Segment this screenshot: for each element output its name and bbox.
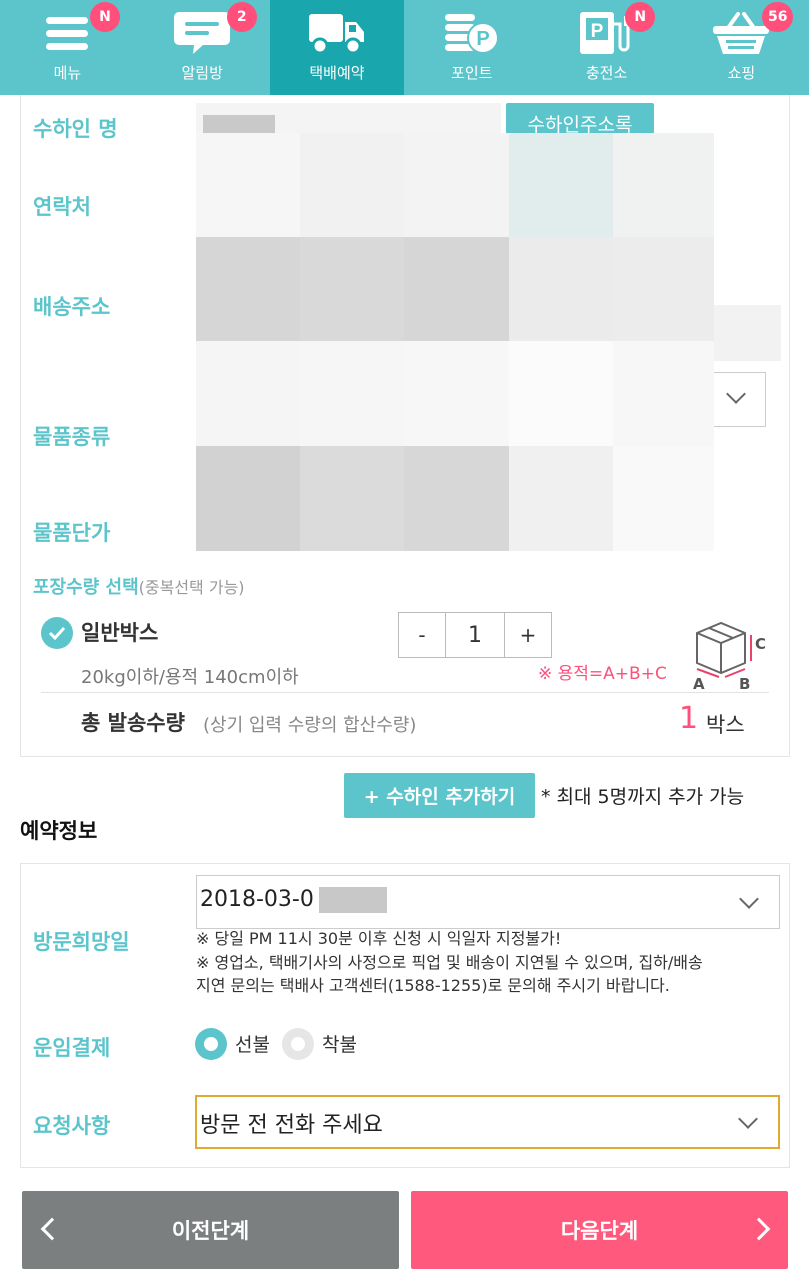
next-step-label: 다음단계	[560, 1219, 639, 1243]
visit-date-select[interactable]: 2018-03-0	[196, 875, 780, 929]
nav-label: 메뉴	[53, 64, 82, 82]
cod-radio[interactable]	[282, 1028, 314, 1060]
nav-label: 포인트	[451, 64, 493, 82]
box-name: 일반박스	[81, 621, 159, 645]
nav-badge: N	[90, 2, 120, 32]
nav-notifications[interactable]: 2 알림방	[135, 0, 270, 95]
points-icon: P	[442, 10, 502, 56]
item-type-label: 물품종류	[33, 425, 111, 449]
chevron-down-icon	[726, 384, 746, 404]
recipient-panel: 수하인 명 수하인주소록 연락처 배송주소 물품종류 물품단가 포장수량 선택(…	[20, 95, 790, 757]
dim-a: A	[693, 675, 705, 693]
nav-shopping[interactable]: 56 쇼핑	[674, 0, 809, 95]
add-recipient-button[interactable]: + 수하인 추가하기	[344, 773, 535, 818]
nav-menu[interactable]: N 메뉴	[0, 0, 135, 95]
reservation-title: 예약정보	[20, 819, 98, 843]
request-label: 요청사항	[33, 1114, 111, 1138]
svg-text:P: P	[476, 28, 489, 50]
chevron-right-icon	[747, 1217, 771, 1241]
total-value: 1	[679, 701, 699, 736]
dim-c: C	[755, 635, 767, 653]
nav-badge: N	[625, 2, 656, 32]
box-dimension-icon: C A B	[689, 615, 773, 695]
quantity-value[interactable]: 1	[445, 613, 505, 657]
divider	[41, 692, 769, 693]
nav-points[interactable]: P 포인트	[404, 0, 539, 95]
plus-button[interactable]: +	[505, 613, 551, 657]
nav-charging-station[interactable]: P N 충전소	[539, 0, 674, 95]
top-nav: N 메뉴 2 알림방 택배예약 P 포인트 P N 충전소 56 쇼핑	[0, 0, 809, 95]
visit-date-value: 2018-03-0	[200, 887, 314, 912]
packaging-title: 포장수량 선택(중복선택 가능)	[33, 577, 245, 598]
payment-label: 운임결제	[33, 1036, 111, 1060]
address-label: 배송주소	[33, 295, 111, 319]
menu-icon	[37, 10, 97, 56]
prev-step-label: 이전단계	[171, 1219, 250, 1243]
prev-step-button[interactable]: 이전단계	[22, 1191, 399, 1269]
checkbox-checked-icon[interactable]	[41, 617, 73, 649]
visit-note-2: ※ 영업소, 택배기사의 사정으로 픽업 및 배송이 지연될 수 있으며, 집하…	[196, 953, 703, 972]
box-description: 20kg이하/용적 140cm이하	[81, 667, 299, 688]
total-unit: 박스	[706, 713, 745, 737]
nav-label: 알림방	[181, 64, 223, 82]
dim-b: B	[739, 675, 751, 693]
address-detail-input[interactable]	[714, 305, 781, 361]
prepaid-label: 선불	[235, 1034, 270, 1056]
minus-button[interactable]: -	[399, 613, 445, 657]
item-type-select[interactable]	[714, 372, 766, 427]
chat-icon	[172, 10, 232, 56]
visit-date-label: 방문희망일	[33, 930, 130, 954]
prepaid-radio[interactable]	[195, 1028, 227, 1060]
volume-note: ※ 용적=A+B+C	[538, 664, 667, 684]
chevron-left-icon	[40, 1217, 64, 1241]
contact-label: 연락처	[33, 195, 91, 219]
request-select[interactable]: 방문 전 전화 주세요	[195, 1095, 780, 1149]
visit-note-1: ※ 당일 PM 11시 30분 이후 신청 시 익일자 지정불가!	[196, 929, 562, 948]
nav-label: 쇼핑	[727, 64, 756, 82]
cod-label: 착불	[322, 1034, 357, 1056]
chevron-down-icon	[739, 889, 759, 909]
nav-label: 택배예약	[309, 64, 365, 82]
redacted-block	[319, 887, 387, 913]
item-price-label: 물품단가	[33, 521, 111, 545]
redacted-area	[196, 133, 714, 551]
visit-note-3: 지연 문의는 택배사 고객센터(1588-1255)로 문의해 주시기 바랍니다…	[196, 976, 670, 995]
chevron-down-icon	[738, 1109, 758, 1129]
request-value: 방문 전 전화 주세요	[200, 1113, 383, 1138]
quantity-stepper: - 1 +	[398, 612, 552, 658]
next-step-button[interactable]: 다음단계	[411, 1191, 788, 1269]
total-note: (상기 입력 수량의 합산수량)	[203, 715, 417, 736]
nav-badge: 56	[761, 2, 794, 32]
nav-badge: 2	[226, 2, 257, 32]
recipient-name-label: 수하인 명	[33, 117, 118, 141]
reservation-panel: 방문희망일 2018-03-0 ※ 당일 PM 11시 30분 이후 신청 시 …	[20, 863, 790, 1168]
truck-icon	[307, 10, 367, 56]
svg-text:P: P	[590, 21, 603, 42]
add-recipient-note: * 최대 5명까지 추가 가능	[541, 786, 745, 808]
nav-parcel-reservation[interactable]: 택배예약	[269, 0, 405, 95]
total-label: 총 발송수량	[81, 711, 185, 735]
nav-label: 충전소	[585, 64, 628, 82]
